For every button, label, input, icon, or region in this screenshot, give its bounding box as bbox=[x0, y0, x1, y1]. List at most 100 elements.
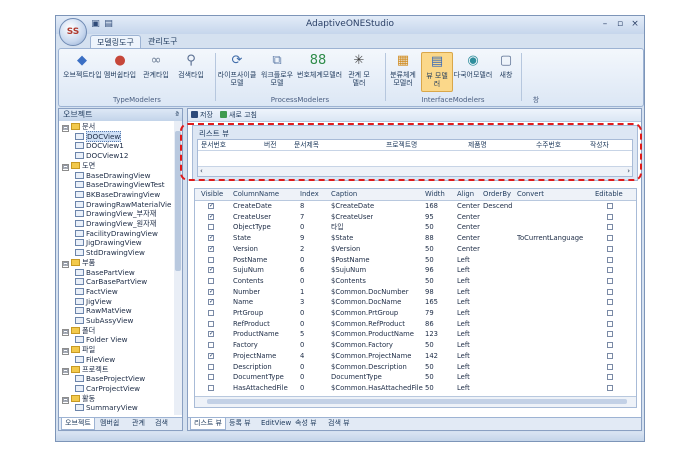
visible-checkbox[interactable] bbox=[208, 277, 214, 284]
visible-checkbox[interactable]: ✓ bbox=[208, 331, 214, 338]
tree-item[interactable]: Folder View bbox=[75, 335, 128, 345]
cell-caption[interactable]: $Common.RefProduct bbox=[331, 319, 405, 329]
cell-caption[interactable]: $Common.Description bbox=[331, 362, 407, 372]
tree-folder[interactable]: ⊟ 도면 bbox=[62, 161, 95, 171]
tab-edit-view[interactable]: EditView bbox=[258, 418, 294, 429]
grid-col-header[interactable]: Index bbox=[300, 189, 319, 200]
ribbon-button-objects[interactable]: ◆ 오브젝트타입 bbox=[63, 52, 102, 90]
tree-folder[interactable]: ⊟ 프로젝트 bbox=[62, 365, 108, 375]
ribbon-button-members[interactable]: ● 멤버쉽타입 bbox=[103, 52, 137, 90]
visible-checkbox[interactable]: ✓ bbox=[208, 299, 214, 306]
tree-item[interactable]: SubAssyView bbox=[75, 316, 133, 326]
table-row[interactable]: ✓ SujuNum 6 $SujuNum 96 Left bbox=[195, 265, 636, 275]
cell-index[interactable]: 9 bbox=[300, 233, 304, 243]
cell-name[interactable]: PrtGroup bbox=[233, 308, 263, 318]
scroll-left-icon[interactable]: ‹ bbox=[200, 167, 203, 176]
lv-col-header[interactable]: 수주번호 bbox=[536, 140, 561, 150]
visible-checkbox[interactable]: ✓ bbox=[208, 213, 214, 220]
cell-index[interactable]: 0 bbox=[300, 276, 304, 286]
cell-name[interactable]: CreateDate bbox=[233, 201, 272, 211]
maximize-icon[interactable]: ▫ bbox=[613, 18, 627, 31]
visible-checkbox[interactable] bbox=[208, 374, 214, 381]
cell-index[interactable]: 5 bbox=[300, 329, 304, 339]
tree-item[interactable]: JigView bbox=[75, 297, 112, 307]
ribbon-button-relation[interactable]: ∞ 관계타입 bbox=[139, 52, 173, 90]
grid-col-header[interactable]: ColumnName bbox=[233, 189, 279, 200]
table-row[interactable]: Description 0 $Common.Description 50 Left bbox=[195, 362, 636, 372]
collapse-icon[interactable]: ⊟ bbox=[62, 367, 69, 375]
cell-name[interactable]: Name bbox=[233, 297, 253, 307]
tree-item[interactable]: CarProjectView bbox=[75, 384, 140, 394]
table-row[interactable]: Contents 0 $Contents 50 Left bbox=[195, 276, 636, 286]
tab-modeling-tools[interactable]: 모델링도구 bbox=[90, 35, 141, 49]
cell-name[interactable]: CreateUser bbox=[233, 212, 271, 222]
tab-relation[interactable]: 관계 bbox=[129, 418, 148, 429]
editable-checkbox[interactable] bbox=[607, 331, 613, 338]
visible-checkbox[interactable]: ✓ bbox=[208, 203, 214, 209]
tree-item[interactable]: DOCView1 bbox=[75, 141, 124, 151]
tree-item[interactable]: BaseDrawingViewTest bbox=[75, 180, 165, 190]
tree-scrollbar[interactable] bbox=[174, 121, 182, 415]
tree-item[interactable]: CarBasePartView bbox=[75, 277, 147, 287]
editable-checkbox[interactable] bbox=[607, 384, 613, 391]
grid-col-header[interactable]: Convert bbox=[517, 189, 544, 200]
ribbon-button-search[interactable]: ⚲ 검색타입 bbox=[175, 52, 207, 90]
ribbon-button-numbering[interactable]: 88 번호체계모델러 bbox=[297, 52, 342, 90]
editable-checkbox[interactable] bbox=[607, 256, 613, 263]
list-view-hscroll[interactable]: ‹ › bbox=[198, 166, 632, 176]
close-icon[interactable]: × bbox=[628, 18, 642, 31]
cell-name[interactable]: PostName bbox=[233, 255, 267, 265]
table-row[interactable]: ✓ ProjectName 4 $Common.ProjectName 142 Left bbox=[195, 351, 636, 361]
tree-folder[interactable]: ⊟ 파일 bbox=[62, 345, 95, 356]
visible-checkbox[interactable] bbox=[208, 363, 214, 370]
cell-caption[interactable]: $Common.DocName bbox=[331, 297, 401, 307]
table-row[interactable]: ✓ ProductName 5 $Common.ProductName 123 Left bbox=[195, 329, 636, 339]
cell-index[interactable]: 0 bbox=[300, 372, 304, 382]
cell-caption[interactable]: $Version bbox=[331, 244, 360, 254]
cell-index[interactable]: 8 bbox=[300, 201, 304, 211]
tree-folder[interactable]: ⊟ 활동 bbox=[62, 394, 95, 404]
grid-col-header[interactable]: Visible bbox=[201, 189, 223, 200]
tree-item[interactable]: BasePartView bbox=[75, 268, 135, 278]
visible-checkbox[interactable] bbox=[208, 384, 214, 391]
cell-caption[interactable]: $Common.Factory bbox=[331, 340, 393, 350]
cell-index[interactable]: 6 bbox=[300, 265, 304, 275]
cell-caption[interactable]: $SujuNum bbox=[331, 265, 366, 275]
cell-index[interactable]: 0 bbox=[300, 383, 304, 393]
cell-index[interactable]: 0 bbox=[300, 308, 304, 318]
cell-name[interactable]: RefProduct bbox=[233, 319, 270, 329]
cell-convert[interactable]: ToCurrentLanguage bbox=[517, 233, 583, 243]
ribbon-button-classify[interactable]: ▦ 분류체계 모델러 bbox=[387, 52, 419, 90]
tab-management-tools[interactable]: 관리도구 bbox=[142, 35, 183, 48]
cell-align[interactable]: Left bbox=[457, 255, 470, 265]
editable-checkbox[interactable] bbox=[607, 288, 613, 295]
collapse-icon[interactable]: ⊟ bbox=[62, 125, 69, 132]
cell-caption[interactable]: $State bbox=[331, 233, 353, 243]
editable-checkbox[interactable] bbox=[607, 374, 613, 381]
cell-name[interactable]: ProjectName bbox=[233, 351, 276, 361]
cell-index[interactable]: 2 bbox=[300, 244, 304, 254]
table-row[interactable]: PrtGroup 0 $Common.PrtGroup 79 Left bbox=[195, 308, 636, 318]
cell-caption[interactable]: $Common.ProductName bbox=[331, 329, 414, 339]
visible-checkbox[interactable] bbox=[208, 256, 214, 263]
cell-width[interactable]: 96 bbox=[425, 265, 434, 275]
editable-checkbox[interactable] bbox=[607, 203, 613, 209]
tree-item[interactable]: DrawingView_부자재 bbox=[75, 209, 156, 219]
cell-index[interactable]: 0 bbox=[300, 319, 304, 329]
tree-item[interactable]: JigDrawingView bbox=[75, 238, 142, 248]
cell-width[interactable]: 88 bbox=[425, 233, 434, 243]
tree-folder[interactable]: ⊟ 폴더 bbox=[62, 326, 95, 336]
table-row[interactable]: PostName 0 $PostName 50 Left bbox=[195, 255, 636, 265]
collapse-icon[interactable]: ⊟ bbox=[62, 328, 69, 336]
editable-checkbox[interactable] bbox=[607, 224, 613, 231]
cell-width[interactable]: 50 bbox=[425, 340, 434, 350]
lv-col-header[interactable]: 문서번호 bbox=[201, 140, 226, 150]
editable-checkbox[interactable] bbox=[607, 352, 613, 359]
ribbon-button-globe[interactable]: ◉ 다국어모델러 bbox=[453, 52, 493, 90]
refresh-button[interactable]: 새로 고침 bbox=[220, 110, 257, 120]
cell-name[interactable]: HasAttachedFile bbox=[233, 383, 288, 393]
cell-index[interactable]: 0 bbox=[300, 362, 304, 372]
cell-caption[interactable]: $Common.PrtGroup bbox=[331, 308, 398, 318]
tree-item[interactable]: DOCView12 bbox=[75, 151, 128, 161]
cell-caption[interactable]: $CreateDate bbox=[331, 201, 374, 211]
